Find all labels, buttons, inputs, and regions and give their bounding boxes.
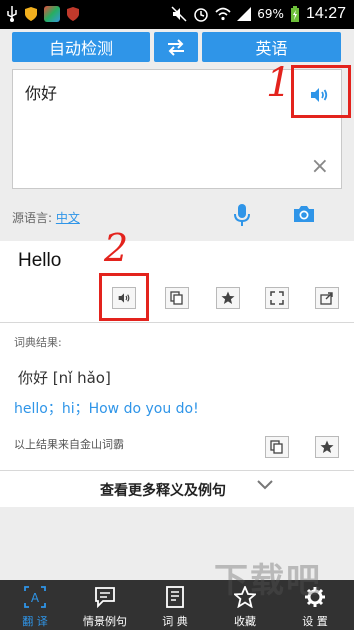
sentences-icon bbox=[95, 587, 115, 608]
annotation-box-1 bbox=[291, 65, 351, 118]
dictionary-favorite-button[interactable] bbox=[315, 436, 339, 458]
fullscreen-button[interactable] bbox=[265, 287, 289, 309]
battery-charging-icon bbox=[290, 5, 299, 22]
divider bbox=[0, 322, 354, 323]
fullscreen-icon bbox=[270, 291, 284, 305]
input-text[interactable]: 你好 bbox=[25, 80, 57, 104]
translate-icon: A bbox=[24, 586, 46, 608]
target-language-button[interactable]: 英语 bbox=[202, 32, 341, 62]
tab-sentences[interactable]: 情景例句 bbox=[70, 580, 140, 630]
result-speaker-button[interactable] bbox=[112, 287, 136, 309]
tab-sentences-label: 情景例句 bbox=[83, 615, 127, 628]
battery-percent: 69% bbox=[257, 7, 284, 21]
tab-translate[interactable]: A 翻 译 bbox=[0, 580, 70, 630]
source-language-button[interactable]: 自动检测 bbox=[12, 32, 150, 62]
mute-icon bbox=[171, 6, 187, 22]
swap-arrows-icon bbox=[168, 39, 184, 56]
shield-notification-icon bbox=[67, 7, 79, 21]
tab-favorites-label: 收藏 bbox=[234, 615, 256, 628]
alarm-icon bbox=[194, 8, 209, 22]
annotation-number-2: 2 bbox=[104, 226, 129, 270]
microphone-icon bbox=[234, 204, 250, 226]
tab-translate-label: 翻 译 bbox=[22, 615, 48, 628]
star-icon bbox=[320, 440, 334, 453]
notification-icons bbox=[6, 6, 80, 22]
star-icon bbox=[221, 291, 235, 304]
more-definitions-row[interactable]: 查看更多释义及例句 bbox=[0, 470, 354, 508]
source-language-label: 源语言: bbox=[12, 211, 53, 225]
favorite-button[interactable] bbox=[216, 287, 240, 309]
dictionary-copy-button[interactable] bbox=[265, 436, 289, 458]
camera-input-button[interactable] bbox=[292, 203, 316, 229]
chevron-down-icon bbox=[257, 480, 273, 490]
copy-button[interactable] bbox=[165, 287, 189, 309]
camera-icon bbox=[294, 206, 314, 222]
clear-input-button[interactable]: × bbox=[311, 156, 329, 178]
signal-icon bbox=[237, 7, 252, 21]
clock: 14:27 bbox=[305, 5, 346, 22]
dictionary-label: 词典结果: bbox=[14, 336, 62, 349]
translation-result: Hello bbox=[18, 250, 62, 271]
dictionary-source-note: 以上结果来自金山词霸 bbox=[14, 438, 124, 451]
svg-text:A: A bbox=[31, 591, 40, 605]
language-bar: 自动检测 英语 bbox=[0, 29, 354, 69]
source-language-link[interactable]: 中文 bbox=[56, 211, 80, 225]
source-language-info: 源语言: 中文 bbox=[12, 209, 80, 226]
share-button[interactable] bbox=[315, 287, 339, 309]
share-icon bbox=[320, 292, 333, 305]
app-notification-icon bbox=[44, 6, 60, 22]
status-bar: 69% 14:27 bbox=[0, 0, 354, 29]
tab-dictionary-label: 词 典 bbox=[162, 615, 188, 628]
usb-icon bbox=[7, 6, 17, 22]
system-icons: 69% 14:27 bbox=[171, 5, 346, 23]
dictionary-meanings: hello；hi；How do you do! bbox=[14, 401, 199, 417]
wifi-icon bbox=[215, 7, 231, 21]
more-definitions-label: 查看更多释义及例句 bbox=[100, 483, 226, 499]
dictionary-icon bbox=[166, 586, 184, 608]
copy-icon bbox=[170, 291, 183, 305]
tab-settings-label: 设 置 bbox=[302, 615, 328, 628]
swap-language-button[interactable] bbox=[154, 32, 198, 62]
annotation-number-1: 1 bbox=[266, 60, 292, 106]
voice-input-button[interactable] bbox=[232, 203, 252, 231]
speaker-icon bbox=[118, 293, 130, 303]
shield-icon bbox=[25, 7, 37, 21]
tab-dictionary[interactable]: 词 典 bbox=[140, 580, 210, 630]
copy-icon bbox=[270, 440, 283, 454]
dictionary-entry: 你好 [nǐ hǎo] bbox=[18, 369, 111, 387]
watermark: 下载吧 bbox=[214, 561, 322, 601]
